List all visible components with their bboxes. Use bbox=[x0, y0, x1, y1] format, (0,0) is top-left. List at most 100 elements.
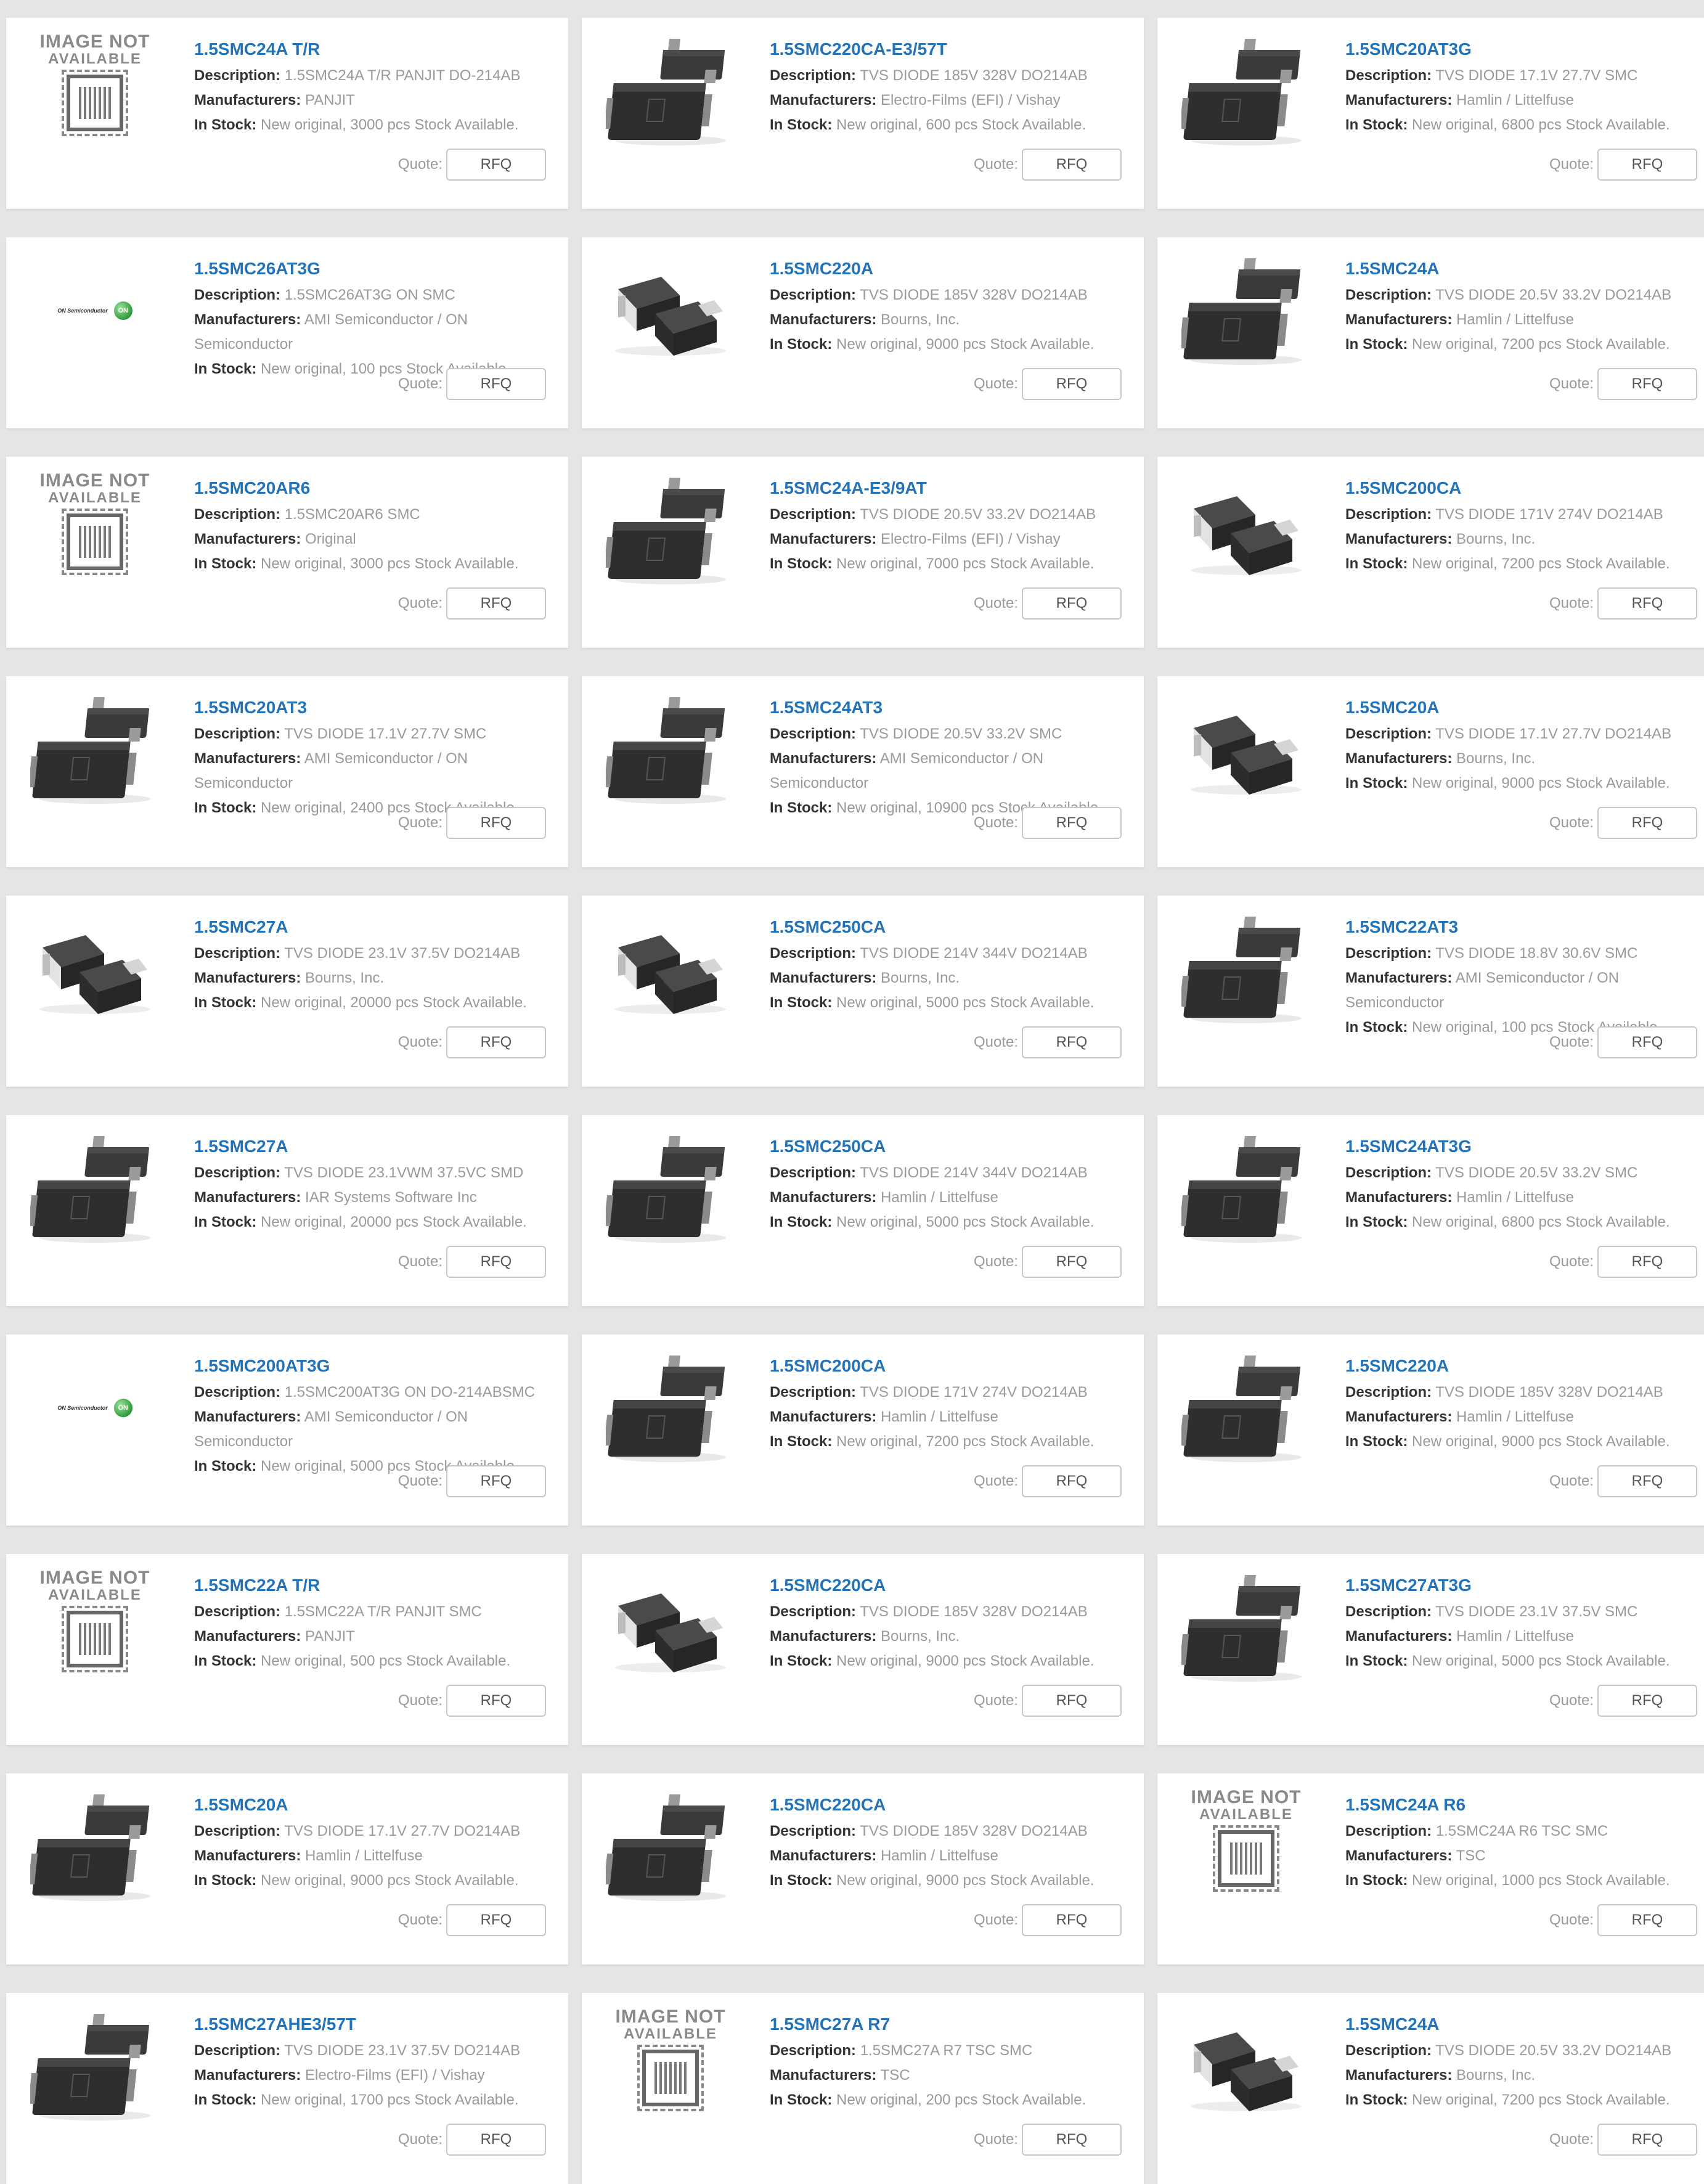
rfq-button[interactable]: RFQ bbox=[1597, 2124, 1697, 2156]
manufacturer-row: Manufacturers: TSC bbox=[1345, 1844, 1701, 1868]
rfq-button[interactable]: RFQ bbox=[446, 2124, 546, 2156]
part-number-link[interactable]: 1.5SMC24A T/R bbox=[194, 38, 550, 61]
product-image[interactable] bbox=[1178, 910, 1314, 1028]
product-image[interactable] bbox=[603, 33, 738, 150]
rfq-button[interactable]: RFQ bbox=[1022, 1685, 1122, 1717]
rfq-button[interactable]: RFQ bbox=[446, 149, 546, 181]
stock-row: In Stock: New original, 7200 pcs Stock A… bbox=[770, 1429, 1125, 1454]
part-number-link[interactable]: 1.5SMC220A bbox=[1345, 1354, 1701, 1378]
product-image[interactable]: IMAGE NOT AVAILABLE bbox=[603, 2008, 738, 2125]
part-number-link[interactable]: 1.5SMC20A bbox=[194, 1793, 550, 1817]
product-image[interactable] bbox=[603, 1569, 738, 1686]
part-number-link[interactable]: 1.5SMC24A bbox=[1345, 2013, 1701, 2036]
product-image[interactable]: IMAGE NOT AVAILABLE bbox=[27, 472, 163, 589]
rfq-button[interactable]: RFQ bbox=[1597, 807, 1697, 839]
rfq-button[interactable]: RFQ bbox=[446, 1685, 546, 1717]
rfq-button[interactable]: RFQ bbox=[1597, 587, 1697, 620]
product-image[interactable] bbox=[603, 1349, 738, 1466]
rfq-button[interactable]: RFQ bbox=[1022, 1465, 1122, 1497]
part-number-link[interactable]: 1.5SMC27AHE3/57T bbox=[194, 2013, 550, 2036]
product-image[interactable]: ON Semiconductor ON bbox=[27, 1349, 163, 1466]
product-image[interactable] bbox=[1178, 252, 1314, 369]
part-number-link[interactable]: 1.5SMC20A bbox=[1345, 696, 1701, 719]
product-image[interactable]: IMAGE NOT AVAILABLE bbox=[27, 1569, 163, 1686]
product-image[interactable]: IMAGE NOT AVAILABLE bbox=[27, 33, 163, 150]
rfq-button[interactable]: RFQ bbox=[446, 587, 546, 620]
part-number-link[interactable]: 1.5SMC24A-E3/9AT bbox=[770, 476, 1125, 500]
product-image[interactable] bbox=[1178, 691, 1314, 808]
part-number-link[interactable]: 1.5SMC26AT3G bbox=[194, 257, 550, 280]
product-image[interactable] bbox=[1178, 1349, 1314, 1466]
product-image[interactable] bbox=[1178, 1130, 1314, 1247]
product-image[interactable] bbox=[603, 1788, 738, 1905]
product-image[interactable]: ON Semiconductor ON bbox=[27, 252, 163, 369]
rfq-button[interactable]: RFQ bbox=[1022, 149, 1122, 181]
product-image[interactable] bbox=[603, 1130, 738, 1247]
rfq-button[interactable]: RFQ bbox=[1597, 368, 1697, 400]
rfq-button[interactable]: RFQ bbox=[1022, 807, 1122, 839]
rfq-button[interactable]: RFQ bbox=[446, 1026, 546, 1058]
part-number-link[interactable]: 1.5SMC24A R6 bbox=[1345, 1793, 1701, 1817]
rfq-button[interactable]: RFQ bbox=[446, 807, 546, 839]
part-number-link[interactable]: 1.5SMC200AT3G bbox=[194, 1354, 550, 1378]
part-number-link[interactable]: 1.5SMC20AR6 bbox=[194, 476, 550, 500]
rfq-button[interactable]: RFQ bbox=[1597, 149, 1697, 181]
rfq-button[interactable]: RFQ bbox=[1597, 1904, 1697, 1936]
stock-row: In Stock: New original, 20000 pcs Stock … bbox=[194, 991, 550, 1015]
part-number-link[interactable]: 1.5SMC27AT3G bbox=[1345, 1574, 1701, 1597]
manufacturer-label: Manufacturers: bbox=[1345, 2067, 1453, 2084]
product-image[interactable] bbox=[1178, 33, 1314, 150]
manufacturer-value: Electro-Films (EFI) / Vishay bbox=[881, 92, 1061, 108]
product-image[interactable] bbox=[27, 691, 163, 808]
product-image[interactable]: IMAGE NOT AVAILABLE bbox=[1178, 1788, 1314, 1905]
rfq-button[interactable]: RFQ bbox=[1022, 1904, 1122, 1936]
part-number-link[interactable]: 1.5SMC200CA bbox=[1345, 476, 1701, 500]
part-number-link[interactable]: 1.5SMC250CA bbox=[770, 1135, 1125, 1158]
quote-group: Quote: RFQ bbox=[974, 1685, 1122, 1717]
part-number-link[interactable]: 1.5SMC27A R7 bbox=[770, 2013, 1125, 2036]
rfq-button[interactable]: RFQ bbox=[1597, 1465, 1697, 1497]
part-number-link[interactable]: 1.5SMC220A bbox=[770, 257, 1125, 280]
product-image[interactable] bbox=[603, 691, 738, 808]
part-number-link[interactable]: 1.5SMC200CA bbox=[770, 1354, 1125, 1378]
product-image[interactable] bbox=[603, 910, 738, 1028]
product-image[interactable] bbox=[27, 2008, 163, 2125]
product-image[interactable] bbox=[27, 910, 163, 1028]
rfq-button[interactable]: RFQ bbox=[446, 1904, 546, 1936]
product-image[interactable] bbox=[1178, 1569, 1314, 1686]
product-image[interactable] bbox=[27, 1130, 163, 1247]
rfq-button[interactable]: RFQ bbox=[446, 368, 546, 400]
part-number-link[interactable]: 1.5SMC220CA bbox=[770, 1793, 1125, 1817]
part-number-link[interactable]: 1.5SMC22AT3 bbox=[1345, 915, 1701, 939]
product-info: 1.5SMC20AR6 Description: 1.5SMC20AR6 SMC… bbox=[194, 476, 550, 576]
part-number-link[interactable]: 1.5SMC20AT3 bbox=[194, 696, 550, 719]
product-image[interactable] bbox=[603, 252, 738, 369]
rfq-button[interactable]: RFQ bbox=[1022, 1246, 1122, 1278]
rfq-button[interactable]: RFQ bbox=[1597, 1685, 1697, 1717]
quote-label: Quote: bbox=[1549, 156, 1594, 173]
part-number-link[interactable]: 1.5SMC250CA bbox=[770, 915, 1125, 939]
part-number-link[interactable]: 1.5SMC27A bbox=[194, 1135, 550, 1158]
product-image[interactable] bbox=[27, 1788, 163, 1905]
rfq-button[interactable]: RFQ bbox=[1022, 368, 1122, 400]
part-number-link[interactable]: 1.5SMC24A bbox=[1345, 257, 1701, 280]
rfq-button[interactable]: RFQ bbox=[1022, 2124, 1122, 2156]
part-number-link[interactable]: 1.5SMC22A T/R bbox=[194, 1574, 550, 1597]
rfq-button[interactable]: RFQ bbox=[1022, 587, 1122, 620]
part-number-link[interactable]: 1.5SMC27A bbox=[194, 915, 550, 939]
quote-label: Quote: bbox=[973, 375, 1018, 392]
part-number-link[interactable]: 1.5SMC20AT3G bbox=[1345, 38, 1701, 61]
rfq-button[interactable]: RFQ bbox=[1597, 1026, 1697, 1058]
product-image[interactable] bbox=[603, 472, 738, 589]
product-image[interactable] bbox=[1178, 472, 1314, 589]
part-number-link[interactable]: 1.5SMC220CA bbox=[770, 1574, 1125, 1597]
rfq-button[interactable]: RFQ bbox=[446, 1465, 546, 1497]
part-number-link[interactable]: 1.5SMC24AT3G bbox=[1345, 1135, 1701, 1158]
rfq-button[interactable]: RFQ bbox=[1597, 1246, 1697, 1278]
diode-package-icon bbox=[39, 935, 150, 1014]
part-number-link[interactable]: 1.5SMC24AT3 bbox=[770, 696, 1125, 719]
part-number-link[interactable]: 1.5SMC220CA-E3/57T bbox=[770, 38, 1125, 61]
product-image[interactable] bbox=[1178, 2008, 1314, 2125]
rfq-button[interactable]: RFQ bbox=[446, 1246, 546, 1278]
rfq-button[interactable]: RFQ bbox=[1022, 1026, 1122, 1058]
